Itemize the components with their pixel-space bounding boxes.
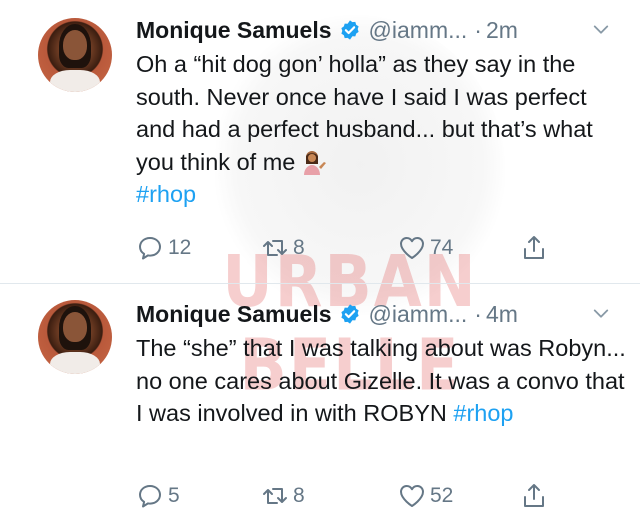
retweet-button[interactable]: 8 bbox=[261, 232, 305, 264]
retweet-count: 8 bbox=[293, 484, 305, 507]
woman-tipping-hand-icon bbox=[304, 150, 327, 175]
avatar[interactable] bbox=[38, 18, 112, 92]
tweet-text: The “she” that I was talking about was R… bbox=[136, 335, 626, 426]
action-bar: 5 8 52 bbox=[136, 480, 606, 512]
tweet-header: Monique Samuels @iamm... · 2m bbox=[136, 14, 518, 46]
heart-icon bbox=[400, 485, 424, 507]
reply-count: 12 bbox=[168, 236, 192, 259]
like-count: 74 bbox=[430, 236, 454, 259]
reply-count: 5 bbox=[168, 484, 180, 507]
separator-dot: · bbox=[474, 16, 482, 43]
retweet-icon bbox=[263, 240, 287, 256]
retweet-count: 8 bbox=[293, 236, 305, 259]
author-name[interactable]: Monique Samuels bbox=[136, 17, 332, 44]
tweet-feed: URBAN BELLE Monique Samuels @iamm... · 2… bbox=[0, 0, 640, 522]
author-name[interactable]: Monique Samuels bbox=[136, 301, 332, 328]
heart-icon bbox=[400, 237, 424, 259]
share-icon bbox=[524, 484, 544, 507]
reply-button[interactable]: 12 bbox=[136, 232, 191, 264]
timestamp[interactable]: 2m bbox=[486, 17, 518, 44]
reply-icon bbox=[139, 237, 161, 260]
chevron-down-icon[interactable] bbox=[592, 21, 610, 39]
share-button[interactable] bbox=[520, 232, 552, 264]
tweet[interactable]: Monique Samuels @iamm... · 2m Oh a “hit … bbox=[0, 0, 640, 283]
hashtag-link[interactable]: #rhop bbox=[136, 181, 196, 207]
avatar[interactable] bbox=[38, 300, 112, 374]
author-handle[interactable]: @iamm... bbox=[369, 301, 468, 328]
author-handle[interactable]: @iamm... bbox=[369, 17, 468, 44]
hashtag-link[interactable]: #rhop bbox=[453, 400, 513, 426]
like-count: 52 bbox=[430, 484, 454, 507]
retweet-button[interactable]: 8 bbox=[261, 480, 305, 512]
tweet-text: Oh a “hit dog gon’ holla” as they say in… bbox=[136, 51, 593, 207]
retweet-icon bbox=[263, 488, 287, 504]
like-button[interactable]: 74 bbox=[398, 232, 453, 264]
separator-dot: · bbox=[474, 300, 482, 327]
share-icon bbox=[524, 236, 544, 259]
chevron-down-icon[interactable] bbox=[592, 305, 610, 323]
verified-badge-icon bbox=[340, 20, 359, 40]
like-button[interactable]: 52 bbox=[398, 480, 453, 512]
tweet-header: Monique Samuels @iamm... · 4m bbox=[136, 298, 518, 330]
action-bar: 12 8 74 bbox=[136, 232, 606, 264]
share-button[interactable] bbox=[520, 480, 552, 512]
verified-badge-icon bbox=[340, 304, 359, 324]
reply-button[interactable]: 5 bbox=[136, 480, 180, 512]
reply-icon bbox=[139, 485, 161, 508]
tweet[interactable]: Monique Samuels @iamm... · 4m The “she” … bbox=[0, 284, 640, 522]
timestamp[interactable]: 4m bbox=[486, 301, 518, 328]
